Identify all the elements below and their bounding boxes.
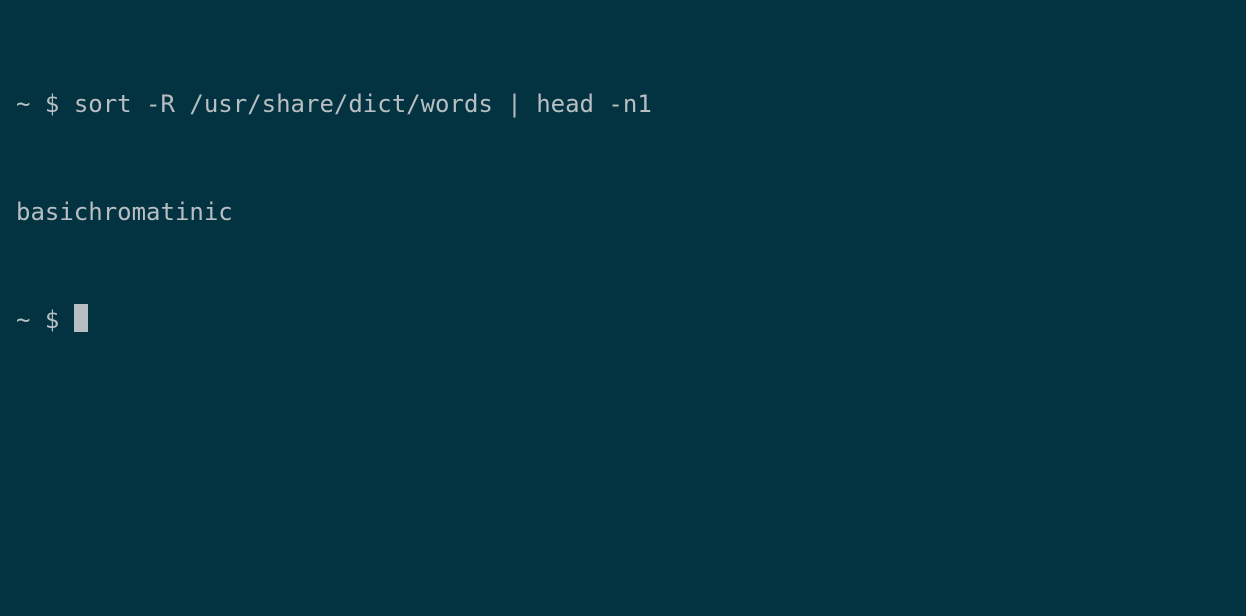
command-text: sort -R /usr/share/dict/words | head -n1 (74, 90, 652, 118)
terminal[interactable]: ~ $ sort -R /usr/share/dict/words | head… (16, 14, 1230, 374)
prompt-path: ~ (16, 306, 30, 334)
prompt-symbol: $ (45, 90, 59, 118)
command-output: basichromatinic (16, 198, 233, 226)
output-line: basichromatinic (16, 194, 1230, 230)
command-line-1: ~ $ sort -R /usr/share/dict/words | head… (16, 86, 1230, 122)
prompt-symbol: $ (45, 306, 59, 334)
cursor (74, 304, 88, 332)
active-prompt-line[interactable]: ~ $ (16, 302, 1230, 338)
prompt-path: ~ (16, 90, 30, 118)
